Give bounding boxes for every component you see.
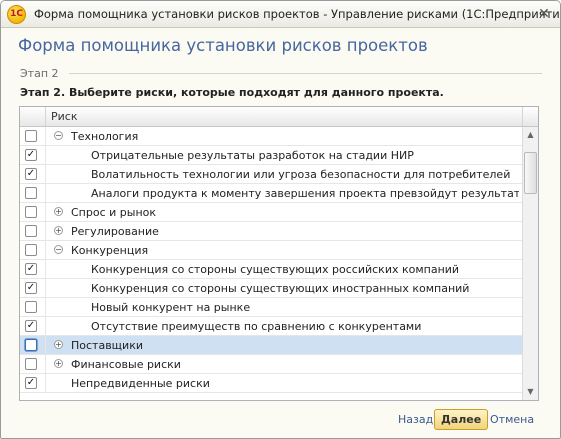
scroll-up-icon[interactable]: ▲	[523, 127, 538, 143]
checkbox-cell	[20, 241, 46, 259]
table-row[interactable]: ✓ Непредвиденные риски	[20, 374, 523, 393]
risk-label: Аналоги продукта к моменту завершения пр…	[91, 187, 519, 200]
expand-icon[interactable]: +	[54, 340, 63, 349]
footer-buttons: Назад Далее Отмена	[398, 409, 538, 431]
checkbox-cell: ✓	[20, 165, 46, 183]
row-checkbox[interactable]: ✓	[25, 149, 37, 161]
row-checkbox[interactable]	[25, 206, 37, 218]
risk-label: Конкуренция	[71, 244, 149, 257]
row-checkbox[interactable]	[25, 301, 37, 313]
table-row[interactable]: + Регулирование	[20, 222, 523, 241]
checkbox-cell: ✓	[20, 317, 46, 335]
expand-icon[interactable]: +	[54, 359, 63, 368]
risk-label: Финансовые риски	[71, 358, 181, 371]
header-corner	[522, 107, 538, 126]
checkbox-cell: ✓	[20, 260, 46, 278]
checkbox-cell	[20, 184, 46, 202]
checkbox-cell	[20, 222, 46, 240]
table-row[interactable]: ✓ Волатильность технологии или угроза без…	[20, 165, 523, 184]
dialog-window: 1С Форма помощника установки рисков прое…	[0, 0, 561, 439]
row-checkbox[interactable]	[25, 358, 37, 370]
table-row[interactable]: − Конкуренция	[20, 241, 523, 260]
risk-label: Волатильность технологии или угроза безо…	[91, 168, 511, 181]
window-title: Форма помощника установки рисков проекто…	[34, 7, 561, 21]
row-checkbox[interactable]	[25, 244, 37, 256]
form-title: Форма помощника установки рисков проекто…	[18, 36, 428, 55]
row-checkbox[interactable]: ✓	[25, 263, 37, 275]
expand-icon[interactable]: +	[54, 207, 63, 216]
table-row[interactable]: ✓ Конкуренция со стороны существующих ино…	[20, 279, 523, 298]
risk-label: Технология	[71, 130, 139, 143]
checkbox-cell	[20, 203, 46, 221]
row-checkbox[interactable]	[25, 187, 37, 199]
collapse-icon[interactable]: −	[54, 245, 63, 254]
close-icon[interactable]: ✕	[536, 6, 552, 22]
next-button[interactable]: Далее	[434, 409, 489, 430]
risk-tree-table[interactable]: Риск − Технология ✓ Отрицательные результат…	[19, 106, 539, 401]
row-checkbox[interactable]: ✓	[25, 168, 37, 180]
scroll-down-icon[interactable]: ▼	[523, 384, 538, 400]
risk-label: Регулирование	[71, 225, 159, 238]
risk-label: Спрос и рынок	[71, 206, 157, 219]
row-checkbox[interactable]: ✓	[25, 282, 37, 294]
row-checkbox[interactable]	[25, 225, 37, 237]
stage-caption: Этап 2	[20, 67, 59, 80]
risk-label: Конкуренция со стороны существующих росс…	[91, 263, 460, 276]
expand-icon[interactable]: +	[54, 226, 63, 235]
checkbox-cell	[20, 336, 46, 354]
table-row[interactable]: + Финансовые риски	[20, 355, 523, 374]
title-bar: 1С Форма помощника установки рисков прое…	[1, 1, 560, 28]
vertical-scrollbar[interactable]: ▲ ▼	[522, 127, 538, 400]
checkbox-cell	[20, 355, 46, 373]
checkbox-cell	[20, 298, 46, 316]
table-row[interactable]: ✓ Конкуренция со стороны существующих рос…	[20, 260, 523, 279]
checkbox-cell: ✓	[20, 146, 46, 164]
row-checkbox[interactable]	[25, 130, 37, 142]
risk-label: Поставщики	[71, 339, 143, 352]
checkbox-cell	[20, 127, 46, 145]
cancel-button[interactable]: Отмена	[490, 413, 534, 426]
table-row[interactable]: + Спрос и рынок	[20, 203, 523, 222]
collapse-icon[interactable]: −	[54, 131, 63, 140]
table-row[interactable]: ✓ Отсутствие преимуществ по сравнению с к…	[20, 317, 523, 336]
back-button[interactable]: Назад	[398, 413, 433, 426]
instruction-text: Этап 2. Выберите риски, которые подходят…	[20, 86, 444, 99]
check-column-header	[20, 107, 46, 126]
checkbox-cell: ✓	[20, 374, 46, 392]
checkbox-cell: ✓	[20, 279, 46, 297]
table-row[interactable]: + Поставщики	[20, 336, 523, 355]
risk-label: Конкуренция со стороны существующих инос…	[91, 282, 470, 295]
row-checkbox[interactable]: ✓	[25, 320, 37, 332]
table-rows: − Технология ✓ Отрицательные результаты раз…	[20, 127, 523, 393]
risk-label: Отрицательные результаты разработок на с…	[91, 149, 414, 162]
table-row[interactable]: ✓ Отрицательные результаты разработок на …	[20, 146, 523, 165]
app-logo-icon: 1С	[7, 5, 26, 24]
risk-label: Новый конкурент на рынке	[91, 301, 251, 314]
row-checkbox[interactable]: ✓	[25, 377, 37, 389]
column-header-risk[interactable]: Риск	[51, 110, 77, 123]
table-row[interactable]: Новый конкурент на рынке	[20, 298, 523, 317]
table-header: Риск	[20, 107, 538, 127]
stage-divider	[69, 73, 542, 74]
risk-label: Отсутствие преимуществ по сравнению с ко…	[91, 320, 422, 333]
table-row[interactable]: − Технология	[20, 127, 523, 146]
scroll-thumb[interactable]	[524, 152, 537, 194]
table-row[interactable]: Аналоги продукта к моменту завершения пр…	[20, 184, 523, 203]
row-checkbox[interactable]	[25, 339, 37, 351]
risk-label: Непредвиденные риски	[71, 377, 210, 390]
